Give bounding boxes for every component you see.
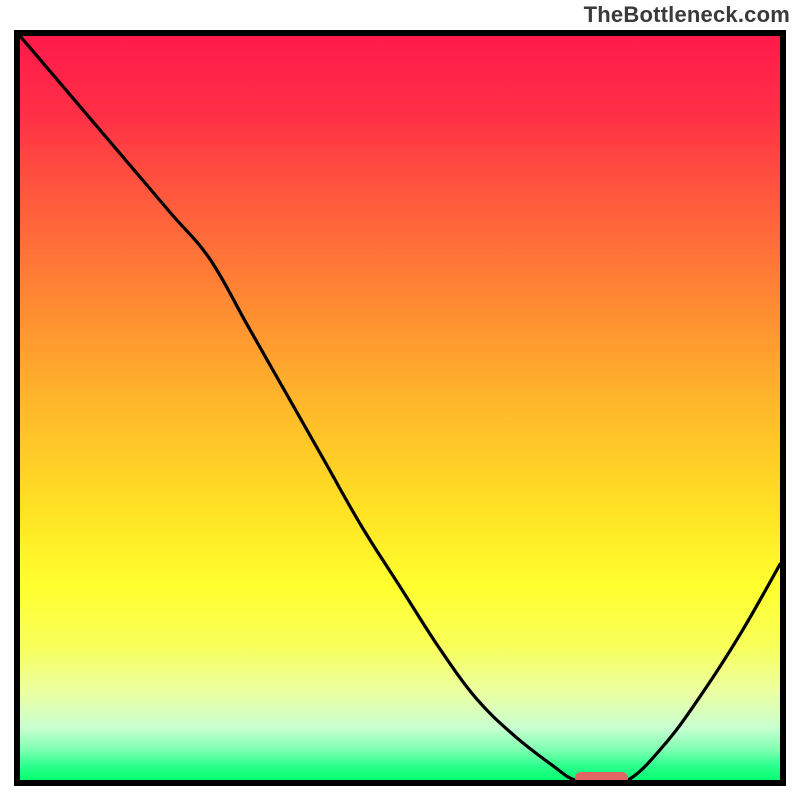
optimal-range-marker: [575, 772, 628, 784]
watermark-text: TheBottleneck.com: [584, 2, 790, 28]
bottleneck-curve: [20, 36, 780, 780]
plot-area: [14, 30, 786, 786]
chart-frame: TheBottleneck.com: [0, 0, 800, 800]
